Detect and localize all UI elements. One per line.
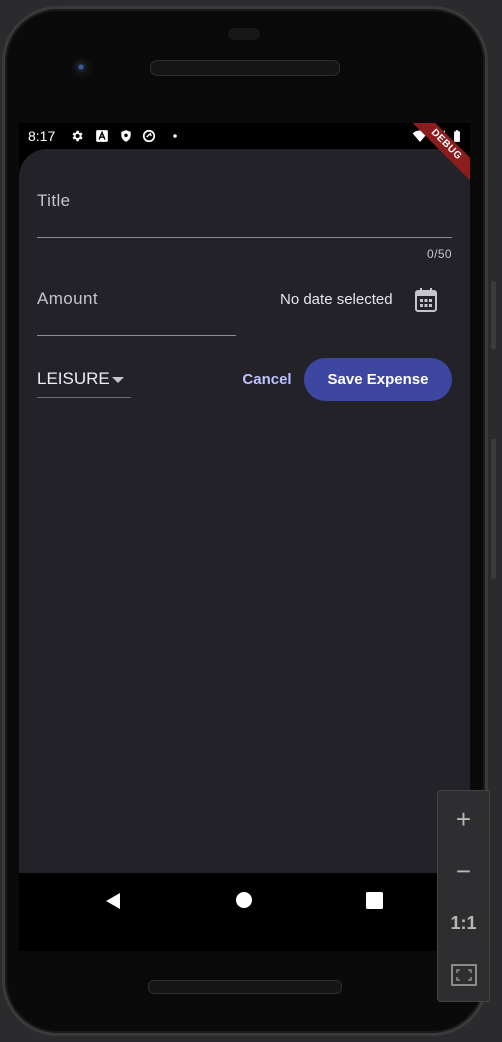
zoom-in-button[interactable]: + bbox=[438, 793, 489, 845]
title-char-counter: 0/50 bbox=[427, 247, 452, 261]
fit-screen-icon bbox=[450, 964, 477, 986]
gear-icon bbox=[72, 130, 83, 142]
device-screen: 8:17 Title 0/50 Amount No date selected … bbox=[19, 123, 470, 951]
amount-label: Amount bbox=[37, 289, 98, 308]
dropdown-arrow-icon bbox=[112, 377, 124, 383]
bottom-speaker bbox=[148, 980, 342, 994]
amount-underline bbox=[37, 335, 236, 336]
emulator-zoom-panel: + − 1:1 bbox=[437, 790, 490, 1002]
volume-button bbox=[491, 439, 496, 579]
status-time: 8:17 bbox=[28, 128, 56, 144]
category-value: LEISURE bbox=[37, 369, 110, 388]
ring-icon bbox=[142, 129, 156, 143]
status-bar: 8:17 bbox=[19, 123, 470, 149]
amount-input[interactable] bbox=[37, 309, 235, 335]
shield-icon bbox=[121, 130, 131, 142]
calendar-icon[interactable] bbox=[414, 287, 438, 313]
navigation-bar bbox=[19, 873, 470, 951]
category-dropdown[interactable]: LEISURE bbox=[37, 367, 131, 398]
dot-icon bbox=[173, 134, 177, 138]
power-button bbox=[491, 281, 496, 349]
cancel-button[interactable]: Cancel bbox=[235, 359, 299, 399]
actual-size-button[interactable]: 1:1 bbox=[438, 897, 489, 949]
new-expense-sheet: Title 0/50 Amount No date selected LEISU… bbox=[19, 149, 470, 873]
front-camera bbox=[72, 58, 92, 78]
save-expense-button[interactable]: Save Expense bbox=[304, 358, 452, 401]
fit-screen-button[interactable] bbox=[438, 949, 489, 1001]
earpiece-speaker bbox=[150, 60, 340, 76]
top-slot bbox=[228, 28, 260, 40]
home-icon[interactable] bbox=[235, 891, 253, 909]
title-underline bbox=[37, 237, 452, 238]
recents-icon[interactable] bbox=[366, 892, 383, 909]
back-icon[interactable] bbox=[103, 891, 123, 911]
title-input[interactable] bbox=[37, 213, 452, 237]
zoom-out-button[interactable]: − bbox=[438, 845, 489, 897]
title-label: Title bbox=[37, 191, 71, 210]
font-a-icon bbox=[96, 130, 108, 142]
selected-date-text: No date selected bbox=[280, 291, 393, 308]
